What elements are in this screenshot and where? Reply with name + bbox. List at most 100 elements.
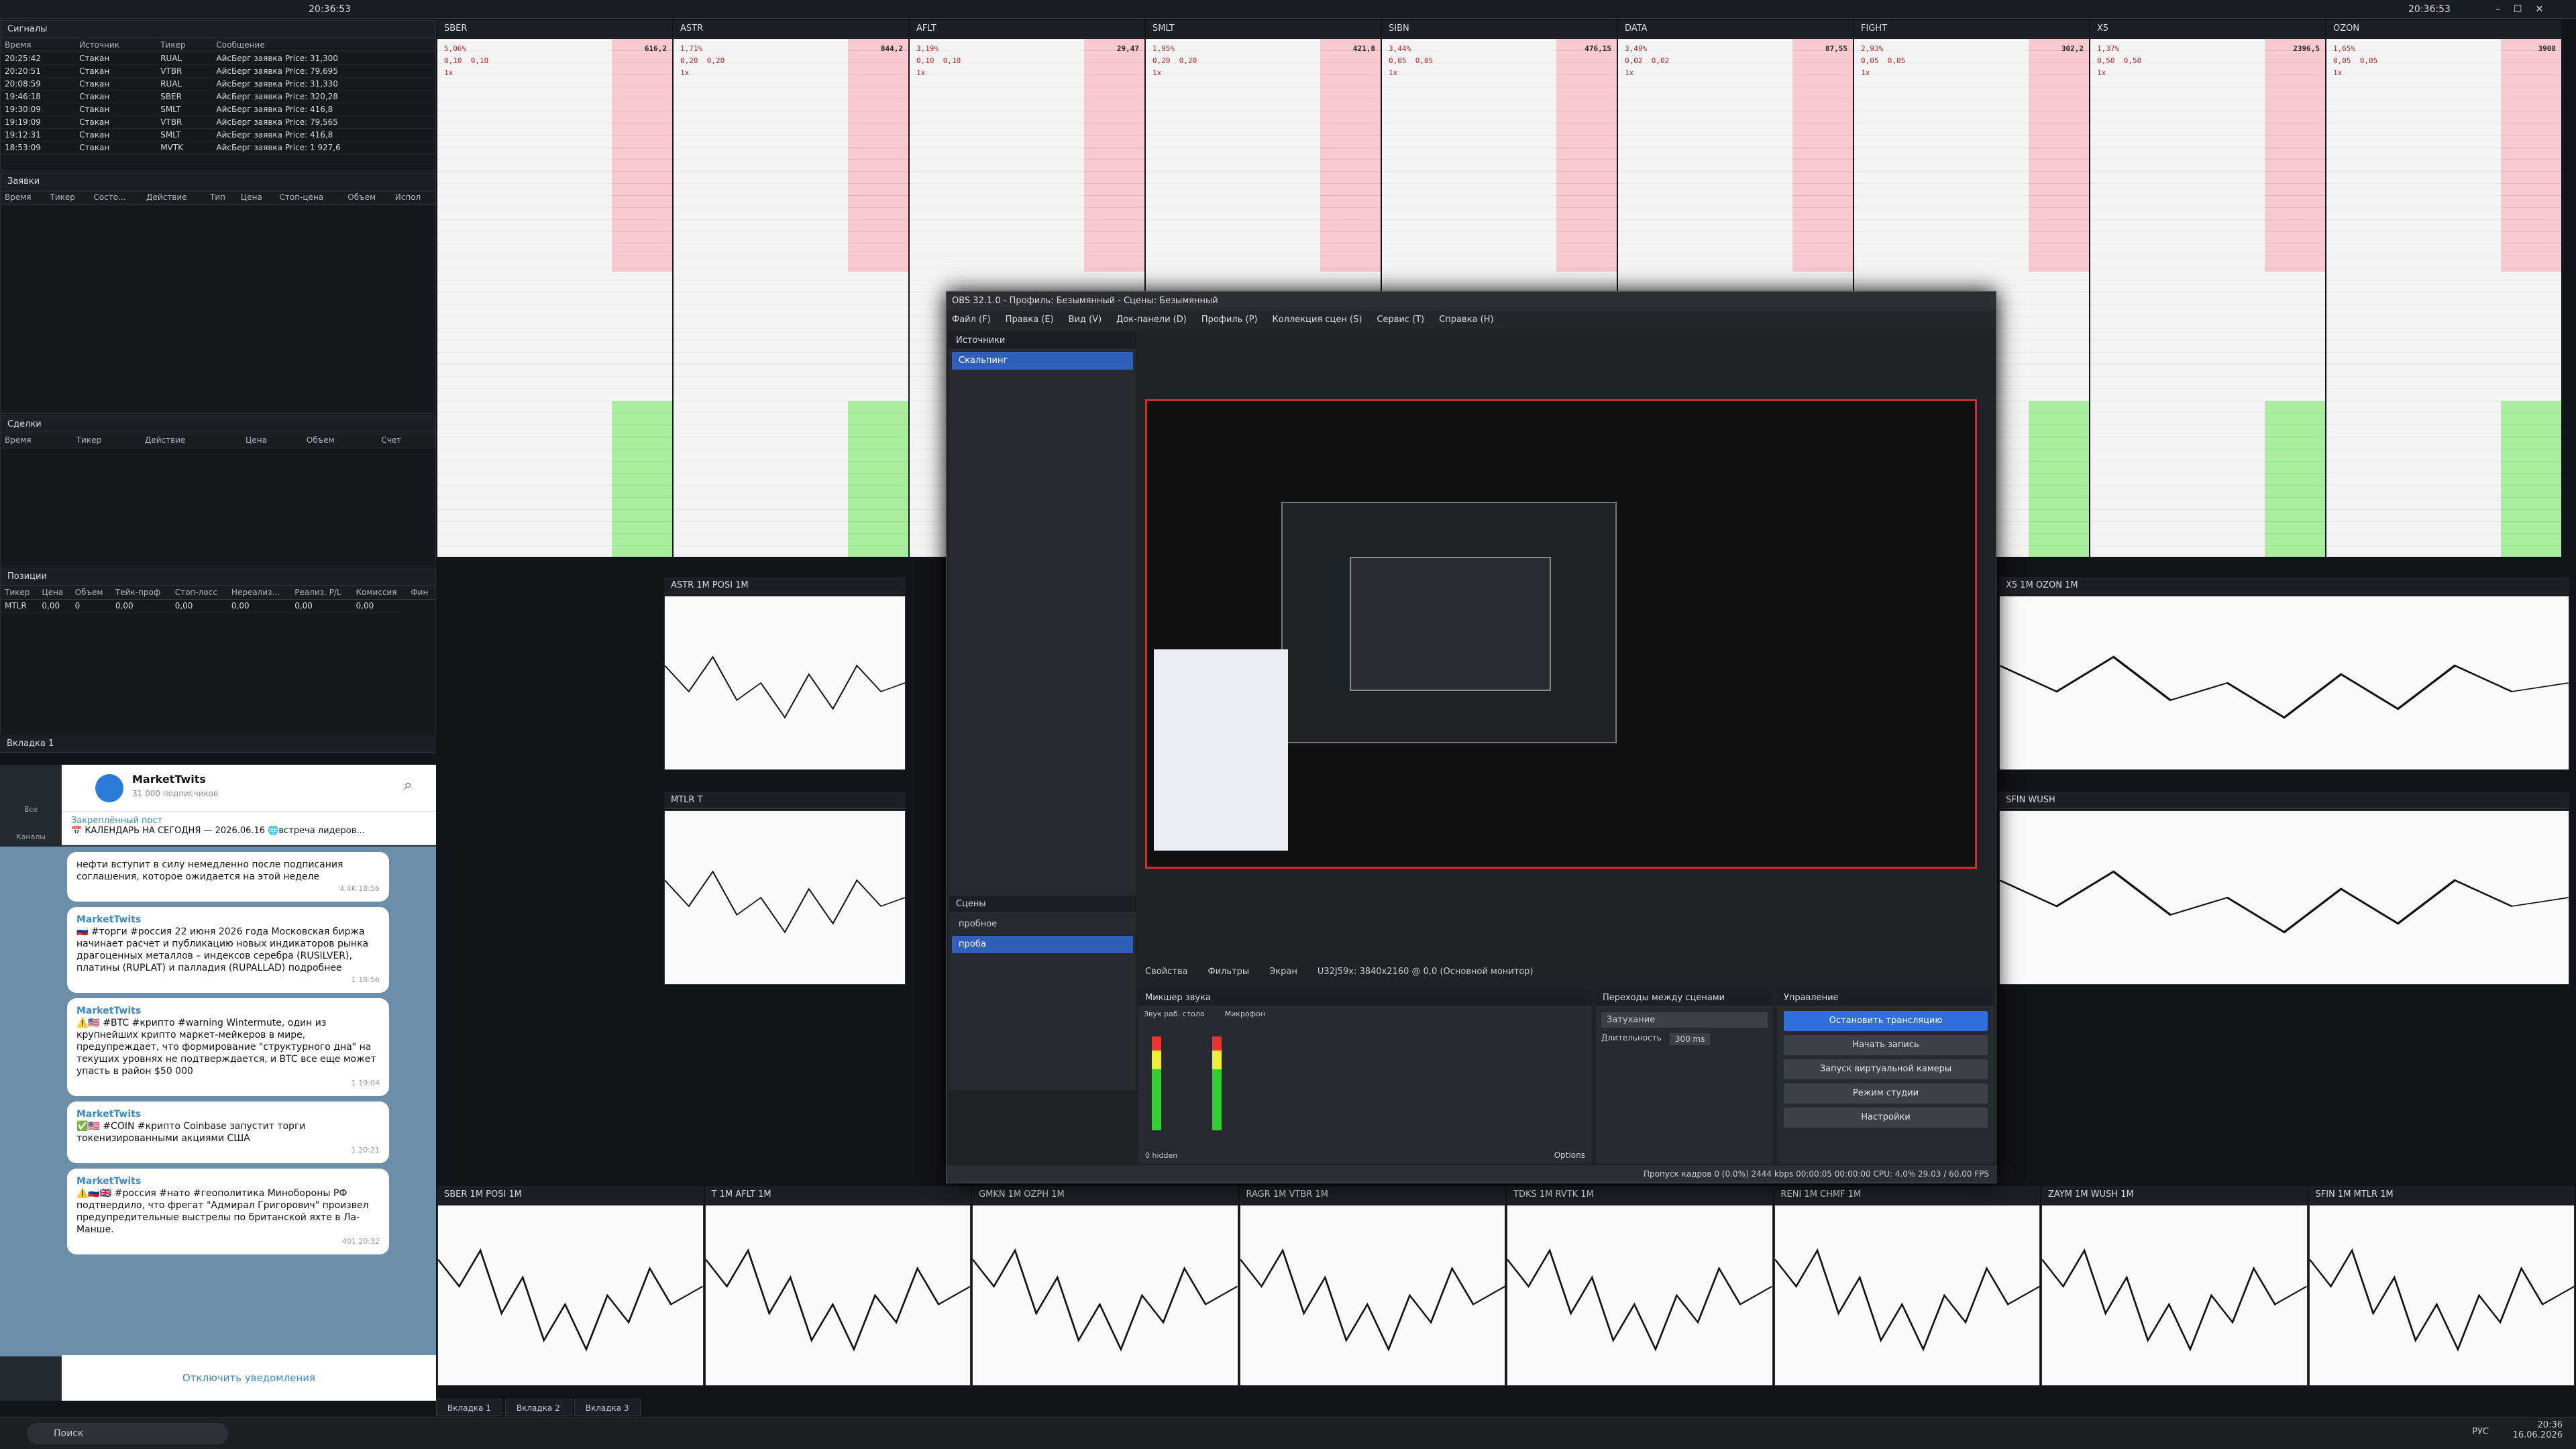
obs-menu-item[interactable]: Коллекция сцен (S)	[1272, 311, 1362, 329]
bottom-chart-header[interactable]: SBER 1M POSI 1M	[437, 1186, 704, 1203]
obs-menu-item[interactable]: Вид (V)	[1069, 311, 1102, 329]
table-row[interactable]: 19:46:18 Стакан SBER АйсБерг заявка Price: …	[1, 90, 435, 103]
table-row[interactable]: 19:19:09 Стакан VTBR АйсБерг заявка Price: …	[1, 115, 435, 129]
telegram-nav-item[interactable]: Каналы	[0, 833, 62, 841]
bottom-chart[interactable]	[971, 1205, 1238, 1386]
channel-post[interactable]: MarketTwits ⚠️🇺🇸 #BTC #крипто #warning Wi…	[67, 998, 389, 1096]
mini-chart[interactable]	[664, 596, 906, 770]
mini-chart[interactable]	[1998, 810, 2570, 985]
bottom-chart-header[interactable]: SFIN 1M MTLR 1M	[2308, 1186, 2575, 1203]
mute-button[interactable]: Отключить уведомления	[62, 1355, 436, 1401]
bottom-chart[interactable]	[704, 1205, 971, 1386]
table-row[interactable]: 18:53:09 Стакан MVTK АйсБерг заявка Price: …	[1, 141, 435, 154]
language[interactable]: РУС	[2472, 1427, 2489, 1437]
channel-post[interactable]: MarketTwits ✅🇺🇸 #COIN #крипто Coinbase за…	[67, 1102, 389, 1163]
bottom-chart[interactable]	[1506, 1205, 1773, 1386]
taskbar-search[interactable]: Поиск	[27, 1423, 228, 1444]
table-cell: АйсБерг заявка Price: 31,330	[212, 77, 435, 91]
bottom-chart[interactable]	[437, 1205, 704, 1386]
properties-button[interactable]: Свойства	[1145, 963, 1188, 981]
post-author[interactable]: MarketTwits	[76, 914, 380, 926]
duration-input[interactable]: 300 ms	[1669, 1033, 1711, 1045]
post-text: ⚠️🇷🇺🇬🇧 #россия #нато #геополитика Минобо…	[76, 1188, 369, 1235]
obs-menu-item[interactable]: Сервис (T)	[1377, 311, 1424, 329]
table-cell: VTBR	[156, 64, 213, 78]
post-author[interactable]: MarketTwits	[76, 1175, 380, 1187]
table-row[interactable]: 20:20:51 Стакан VTBR АйсБерг заявка Price: …	[1, 64, 435, 78]
workspace-tab[interactable]: Вкладка 3	[574, 1399, 641, 1416]
mini-chart[interactable]	[1998, 596, 2570, 770]
board-header[interactable]: DATA	[1618, 20, 1853, 38]
control-button[interactable]: Режим студии	[1784, 1083, 1988, 1104]
table-cell: АйсБерг заявка Price: 320,28	[212, 90, 435, 103]
source-item[interactable]: Скальпинг	[952, 352, 1133, 370]
channel-post[interactable]: нефти вступит в силу немедленно после по…	[67, 852, 389, 902]
scene-item[interactable]: пробное	[952, 916, 1133, 933]
channel-post[interactable]: MarketTwits 🇷🇺 #торги #россия 22 июня 202…	[67, 907, 389, 993]
pinned-post[interactable]: Закреплённый пост 📅 КАЛЕНДАРЬ НА СЕГОДНЯ…	[62, 812, 436, 845]
post-text: нефти вступит в силу немедленно после по…	[76, 859, 343, 882]
scene-item-active[interactable]: проба	[952, 936, 1133, 953]
control-button[interactable]: Начать запись	[1784, 1035, 1988, 1055]
transition-select[interactable]: Затухание	[1601, 1012, 1768, 1028]
control-button[interactable]: Остановить трансляцию	[1784, 1011, 1988, 1031]
workspace-tab[interactable]: Вкладка 1	[436, 1399, 502, 1416]
bottom-chart-header[interactable]: GMKN 1M OZPH 1M	[972, 1186, 1238, 1203]
board-header[interactable]: SIBN	[1382, 20, 1617, 38]
post-author[interactable]: MarketTwits	[76, 1108, 380, 1120]
table-row[interactable]: 19:30:09 Стакан SMLT АйсБерг заявка Price: …	[1, 103, 435, 116]
board-header[interactable]: SBER	[437, 20, 672, 38]
order-book[interactable]: 5,06% 0,10 0,10 1x 616,2	[437, 39, 672, 557]
obs-menu-item[interactable]: Справка (H)	[1439, 311, 1493, 329]
obs-menu-item[interactable]: Файл (F)	[952, 311, 991, 329]
bottom-chart-header[interactable]: TDKS 1M RVTK 1M	[1507, 1186, 1773, 1203]
channel-name[interactable]: MarketTwits	[132, 773, 206, 786]
order-book[interactable]: 1,37% 0,50 0,50 1x 2396,5	[2090, 39, 2325, 557]
bottom-chart[interactable]	[2308, 1205, 2575, 1386]
obs-menu-item[interactable]: Правка (E)	[1006, 311, 1054, 329]
table-cell: 0,00	[170, 599, 227, 612]
bottom-chart-header[interactable]: RENI 1M CHMF 1M	[1774, 1186, 2040, 1203]
telegram-nav-item[interactable]: Все	[0, 805, 62, 814]
screen-select[interactable]: U32J59x: 3840x2160 @ 0,0 (Основной монит…	[1318, 963, 1534, 981]
column-header: Испол	[390, 191, 435, 205]
bottom-chart[interactable]	[1239, 1205, 1505, 1386]
bottom-chart[interactable]	[1774, 1205, 2040, 1386]
obs-preview[interactable]	[1145, 399, 1977, 869]
chart-header[interactable]: ASTR 1M POSI 1M	[664, 577, 906, 594]
chart-header[interactable]: SFIN WUSH	[1999, 792, 2569, 809]
board-header[interactable]: FIGHT	[1854, 20, 2089, 38]
order-book[interactable]: 1,71% 0,20 0,20 1x 844,2	[674, 39, 908, 557]
bottom-chart-header[interactable]: T 1M AFLT 1M	[704, 1186, 971, 1203]
board-header[interactable]: OZON	[2326, 20, 2561, 38]
bottom-chart[interactable]	[2041, 1205, 2308, 1386]
workspace-tab[interactable]: Вкладка 1	[0, 735, 436, 753]
chart-header[interactable]: X5 1M OZON 1M	[1999, 577, 2569, 594]
channel-post[interactable]: MarketTwits ⚠️🇷🇺🇬🇧 #россия #нато #геополи…	[67, 1169, 389, 1254]
channel-subs: 31 000 подписчиков	[132, 789, 219, 798]
mini-chart[interactable]	[664, 810, 906, 985]
bottom-chart-header[interactable]: ZAYM 1M WUSH 1M	[2041, 1186, 2308, 1203]
control-button[interactable]: Запуск виртуальной камеры	[1784, 1059, 1988, 1079]
obs-status-bar: Пропуск кадров 0 (0.0%) 2444 kbps 00:00:…	[947, 1165, 1997, 1183]
table-row[interactable]: 20:25:42 Стакан RUAL АйсБерг заявка Price: …	[1, 52, 435, 65]
obs-menu-item[interactable]: Док-панели (D)	[1116, 311, 1187, 329]
chart-header[interactable]: MTLR T	[664, 792, 906, 809]
table-row[interactable]: 19:12:31 Стакан SMLT АйсБерг заявка Price: …	[1, 128, 435, 142]
price-line	[1239, 1248, 1505, 1352]
filters-button[interactable]: Фильтры	[1208, 963, 1250, 981]
workspace-tab[interactable]: Вкладка 2	[504, 1399, 572, 1416]
window-controls[interactable]: –☐✕	[2496, 0, 2557, 19]
obs-menu-item[interactable]: Профиль (P)	[1201, 311, 1258, 329]
board-header[interactable]: SMLT	[1146, 20, 1381, 38]
search-icon[interactable]: ⌕	[404, 777, 412, 794]
board-header[interactable]: AFLT	[910, 20, 1144, 38]
bottom-chart-header[interactable]: RAGR 1M VTBR 1M	[1239, 1186, 1505, 1203]
control-button[interactable]: Настройки	[1784, 1108, 1988, 1128]
post-author[interactable]: MarketTwits	[76, 1005, 380, 1017]
order-book[interactable]: 1,65% 0,05 0,05 1x 3908	[2326, 39, 2561, 557]
mixer-options[interactable]: Options	[1554, 1150, 1585, 1160]
board-header[interactable]: ASTR	[674, 20, 908, 38]
board-header[interactable]: X5	[2090, 20, 2325, 38]
table-row[interactable]: 20:08:59 Стакан RUAL АйсБерг заявка Price: …	[1, 77, 435, 91]
